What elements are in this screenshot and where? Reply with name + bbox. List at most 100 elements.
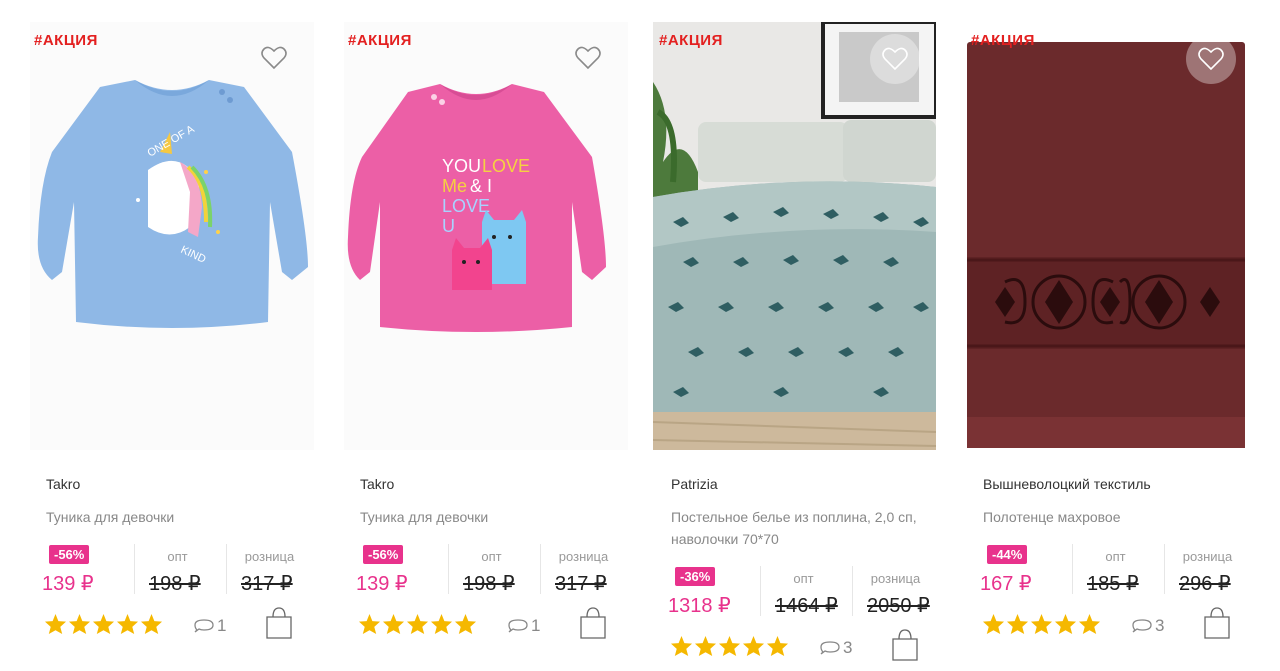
promo-label: #АКЦИЯ	[34, 32, 98, 49]
sale-price: 139 ₽	[356, 573, 408, 595]
product-image[interactable]	[965, 22, 1248, 450]
sale-price: 1318 ₽	[668, 595, 731, 617]
speech-bubble-icon	[820, 641, 840, 655]
star-icon	[454, 613, 477, 635]
sale-price: 139 ₽	[42, 573, 94, 595]
product-image[interactable]: YOU LOVE Me & I LOVE U	[344, 22, 628, 450]
card-footer: 1	[358, 607, 618, 642]
star-icon	[44, 613, 67, 635]
retail-label: розница	[870, 571, 921, 586]
product-brand[interactable]: Takro	[360, 476, 394, 492]
retail-price-column: розница 317 ₽	[540, 544, 626, 595]
star-icon	[68, 613, 91, 635]
comments-count: 3	[1155, 616, 1165, 635]
product-title[interactable]: Туника для девочки	[360, 506, 610, 528]
comments-count: 1	[531, 616, 541, 635]
product-card[interactable]: #АКЦИЯ Вышневолоцкий текстиль Полотенце …	[960, 0, 1260, 671]
rating-stars	[358, 613, 477, 635]
star-icon	[1078, 613, 1101, 635]
favorite-heart-icon[interactable]	[870, 34, 920, 84]
add-to-cart-button[interactable]	[264, 606, 294, 640]
retail-label: розница	[244, 549, 295, 564]
comments-link[interactable]: 1	[508, 616, 540, 636]
product-card[interactable]: ONE OF A KIND #АКЦИЯ Takro Туника для де…	[22, 0, 322, 671]
shopping-bag-icon	[892, 629, 918, 661]
comments-link[interactable]: 3	[1132, 616, 1164, 636]
favorite-heart-icon[interactable]	[258, 42, 290, 74]
star-icon	[718, 635, 741, 657]
wholesale-price-column: опт 1464 ₽	[760, 566, 846, 617]
wholesale-label: опт	[793, 571, 814, 586]
add-to-cart-button[interactable]	[890, 628, 920, 662]
wholesale-price-column: опт 198 ₽	[134, 544, 220, 595]
star-icon	[1030, 613, 1053, 635]
comments-count: 3	[843, 638, 853, 657]
rating-stars	[44, 613, 163, 635]
rating-stars	[670, 635, 789, 657]
rating-stars	[982, 613, 1101, 635]
retail-price-column: розница 2050 ₽	[852, 566, 938, 617]
price-block: -56% 139 ₽ опт 198 ₽ розница 317 ₽	[356, 544, 616, 595]
retail-label: розница	[558, 549, 609, 564]
product-brand[interactable]: Patrizia	[671, 476, 718, 492]
star-icon	[1006, 613, 1029, 635]
card-footer: 1	[44, 607, 304, 642]
svg-text:LOVE: LOVE	[482, 156, 530, 176]
star-icon	[982, 613, 1005, 635]
star-icon	[430, 613, 453, 635]
retail-price: 317 ₽	[555, 573, 607, 595]
product-title[interactable]: Полотенце махровое	[983, 506, 1233, 528]
star-icon	[358, 613, 381, 635]
card-footer: 3	[670, 629, 930, 664]
svg-text:Me: Me	[442, 176, 467, 196]
discount-badge: -36%	[675, 567, 716, 586]
retail-price-column: розница 296 ₽	[1164, 544, 1250, 595]
shopping-bag-icon	[266, 607, 292, 639]
price-block: -36% 1318 ₽ опт 1464 ₽ розница 2050 ₽	[668, 566, 930, 617]
svg-text:U: U	[442, 216, 455, 236]
sale-price-column: -56% 139 ₽	[42, 544, 120, 595]
sale-price-column: -36% 1318 ₽	[668, 566, 746, 617]
price-block: -56% 139 ₽ опт 198 ₽ розница 317 ₽	[42, 544, 302, 595]
add-to-cart-button[interactable]	[578, 606, 608, 640]
discount-badge: -56%	[363, 545, 404, 564]
star-icon	[742, 635, 765, 657]
star-icon	[116, 613, 139, 635]
speech-bubble-icon	[1132, 619, 1152, 633]
comments-count: 1	[217, 616, 227, 635]
favorite-heart-icon[interactable]	[1186, 34, 1236, 84]
product-card[interactable]: YOU LOVE Me & I LOVE U #АКЦИЯ Takro Туни…	[336, 0, 636, 671]
discount-badge: -56%	[49, 545, 90, 564]
star-icon	[766, 635, 789, 657]
wholesale-label: опт	[1105, 549, 1126, 564]
shopping-bag-icon	[1204, 607, 1230, 639]
wholesale-price-column: опт 185 ₽	[1072, 544, 1158, 595]
retail-price-column: розница 317 ₽	[226, 544, 312, 595]
promo-label: #АКЦИЯ	[348, 32, 412, 49]
product-image[interactable]: ONE OF A KIND	[30, 22, 314, 450]
product-grid: ONE OF A KIND #АКЦИЯ Takro Туника для де…	[0, 0, 1280, 671]
product-brand[interactable]: Takro	[46, 476, 80, 492]
product-card[interactable]: #АКЦИЯ Patrizia Постельное белье из попл…	[648, 0, 948, 671]
star-icon	[406, 613, 429, 635]
wholesale-price: 198 ₽	[463, 573, 515, 595]
retail-price: 296 ₽	[1179, 573, 1231, 595]
product-brand[interactable]: Вышневолоцкий текстиль	[983, 476, 1151, 492]
card-footer: 3	[982, 607, 1242, 642]
sale-price-column: -56% 139 ₽	[356, 544, 434, 595]
wholesale-label: опт	[481, 549, 502, 564]
sale-price: 167 ₽	[980, 573, 1032, 595]
product-title[interactable]: Постельное белье из поплина, 2,0 сп, нав…	[671, 506, 921, 550]
wholesale-price: 198 ₽	[149, 573, 201, 595]
svg-text:LOVE: LOVE	[442, 196, 490, 216]
wholesale-price: 1464 ₽	[775, 595, 838, 617]
product-title[interactable]: Туника для девочки	[46, 506, 296, 528]
comments-link[interactable]: 1	[194, 616, 226, 636]
promo-label: #АКЦИЯ	[659, 32, 723, 49]
retail-price: 2050 ₽	[867, 595, 930, 617]
product-image[interactable]	[653, 22, 936, 450]
add-to-cart-button[interactable]	[1202, 606, 1232, 640]
favorite-heart-icon[interactable]	[572, 42, 604, 74]
svg-text:& I: & I	[470, 176, 492, 196]
comments-link[interactable]: 3	[820, 638, 852, 658]
